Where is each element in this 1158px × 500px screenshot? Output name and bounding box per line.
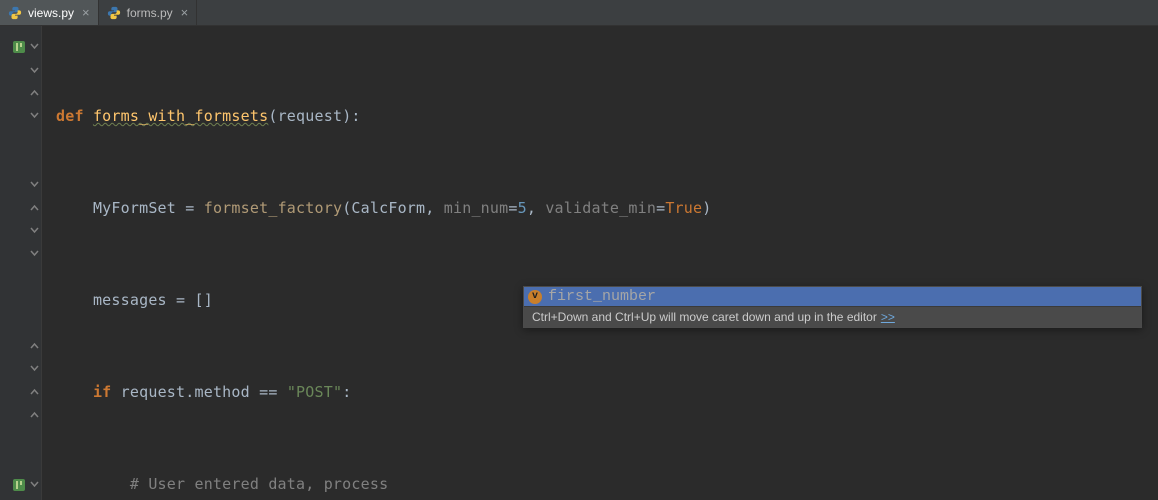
fold-icon[interactable] (29, 88, 39, 98)
code-area[interactable]: def forms_with_formsets(request): MyForm… (42, 26, 1158, 500)
code-line: # User entered data, process (56, 473, 1158, 496)
scroll-marker-gutter (1146, 26, 1158, 500)
code-line: if request.method == "POST": (56, 381, 1158, 404)
fold-icon[interactable] (29, 111, 39, 121)
fold-icon[interactable] (29, 66, 39, 76)
gutter (0, 26, 42, 500)
tab-forms[interactable]: forms.py × (99, 0, 198, 25)
structure-icon[interactable] (12, 478, 28, 494)
autocomplete-tip: Ctrl+Down and Ctrl+Up will move caret do… (524, 306, 1141, 327)
python-file-icon (107, 6, 121, 20)
close-icon[interactable]: × (80, 5, 92, 20)
tab-label: forms.py (127, 6, 173, 20)
variable-icon: v (528, 290, 542, 304)
structure-icon[interactable] (12, 40, 28, 56)
code-line: MyFormSet = formset_factory(CalcForm, mi… (56, 197, 1158, 220)
suggestion-text: first_number (548, 288, 656, 305)
autocomplete-suggestion[interactable]: v first_number (524, 287, 1141, 306)
fold-icon[interactable] (29, 226, 39, 236)
tab-bar: views.py × forms.py × (0, 0, 1158, 26)
fold-icon[interactable] (29, 42, 39, 52)
tip-text: Ctrl+Down and Ctrl+Up will move caret do… (532, 310, 877, 324)
fold-icon[interactable] (29, 203, 39, 213)
tab-views[interactable]: views.py × (0, 0, 99, 25)
fold-icon[interactable] (29, 410, 39, 420)
fold-icon[interactable] (29, 341, 39, 351)
python-file-icon (8, 6, 22, 20)
tab-label: views.py (28, 6, 74, 20)
close-icon[interactable]: × (179, 5, 191, 20)
fold-icon[interactable] (29, 364, 39, 374)
fold-icon[interactable] (29, 387, 39, 397)
autocomplete-popup[interactable]: v first_number Ctrl+Down and Ctrl+Up wil… (523, 286, 1142, 328)
editor-area[interactable]: def forms_with_formsets(request): MyForm… (0, 26, 1158, 500)
code-line: def forms_with_formsets(request): (56, 105, 1158, 128)
fold-icon[interactable] (29, 249, 39, 259)
fold-icon[interactable] (29, 480, 39, 490)
fold-icon[interactable] (29, 180, 39, 190)
more-link[interactable]: >> (881, 310, 895, 324)
